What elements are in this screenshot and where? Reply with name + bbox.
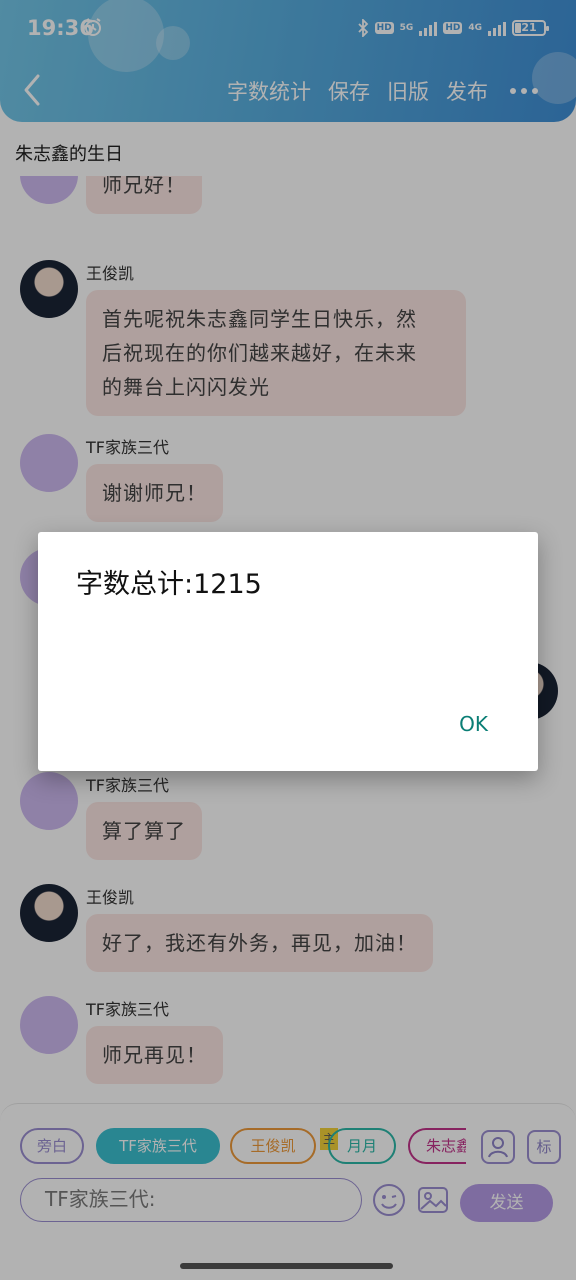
word-count-dialog: 字数总计:1215 OK [38, 532, 538, 771]
dialog-title: 字数总计:1215 [76, 569, 262, 600]
ok-button[interactable]: OK [459, 712, 488, 736]
